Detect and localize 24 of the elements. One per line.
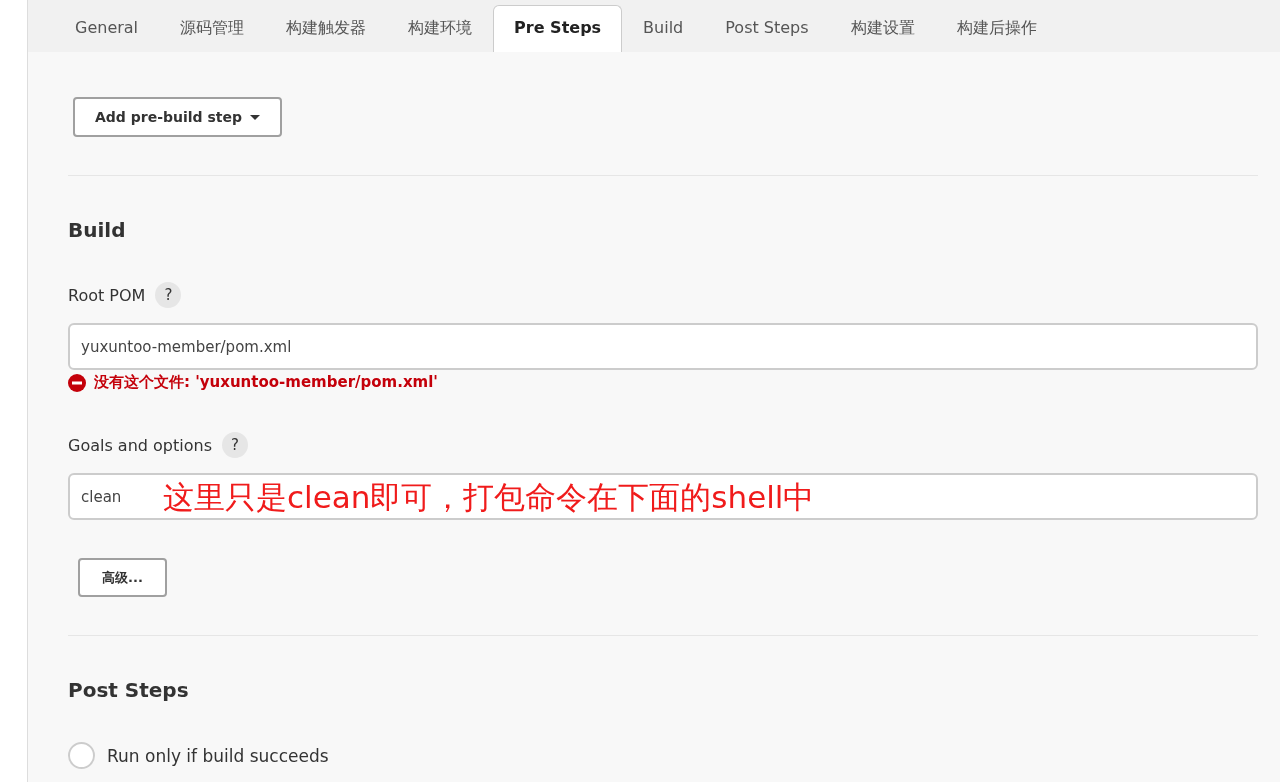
tab[interactable]: 构建触发器 [265, 5, 388, 52]
tab[interactable]: 构建后操作 [935, 5, 1058, 52]
help-button[interactable]: ? [222, 432, 248, 458]
field-label: Root POM [68, 285, 146, 305]
error-icon [68, 373, 86, 392]
tab[interactable]: General [54, 5, 160, 52]
tab[interactable]: Pre Steps [493, 5, 623, 52]
error-message: 没有这个文件: 'yuxuntoo-member/pom.xml' [94, 373, 438, 392]
advanced-button[interactable]: 高级... [78, 558, 167, 597]
tab[interactable]: 源码管理 [159, 5, 266, 52]
input-field[interactable]: yuxuntoo-member/pom.xml [68, 323, 1258, 370]
tab[interactable]: 构建环境 [387, 5, 494, 52]
radio-button[interactable] [68, 742, 95, 769]
tab[interactable]: Post Steps [704, 5, 830, 52]
section-title: Build [68, 218, 127, 242]
tab[interactable]: Build [622, 5, 705, 52]
annotation-text: 这里只是clean即可，打包命令在下面的shell中 [163, 478, 815, 517]
add-step-button[interactable]: Add pre-build step [73, 97, 282, 137]
field-label: Goals and options [68, 435, 212, 455]
radio-label: Run only if build succeeds [107, 745, 329, 766]
tab[interactable]: 构建设置 [829, 5, 936, 52]
caret-icon [250, 114, 260, 120]
help-button[interactable]: ? [155, 282, 182, 308]
section-title: Post Steps [68, 678, 190, 702]
